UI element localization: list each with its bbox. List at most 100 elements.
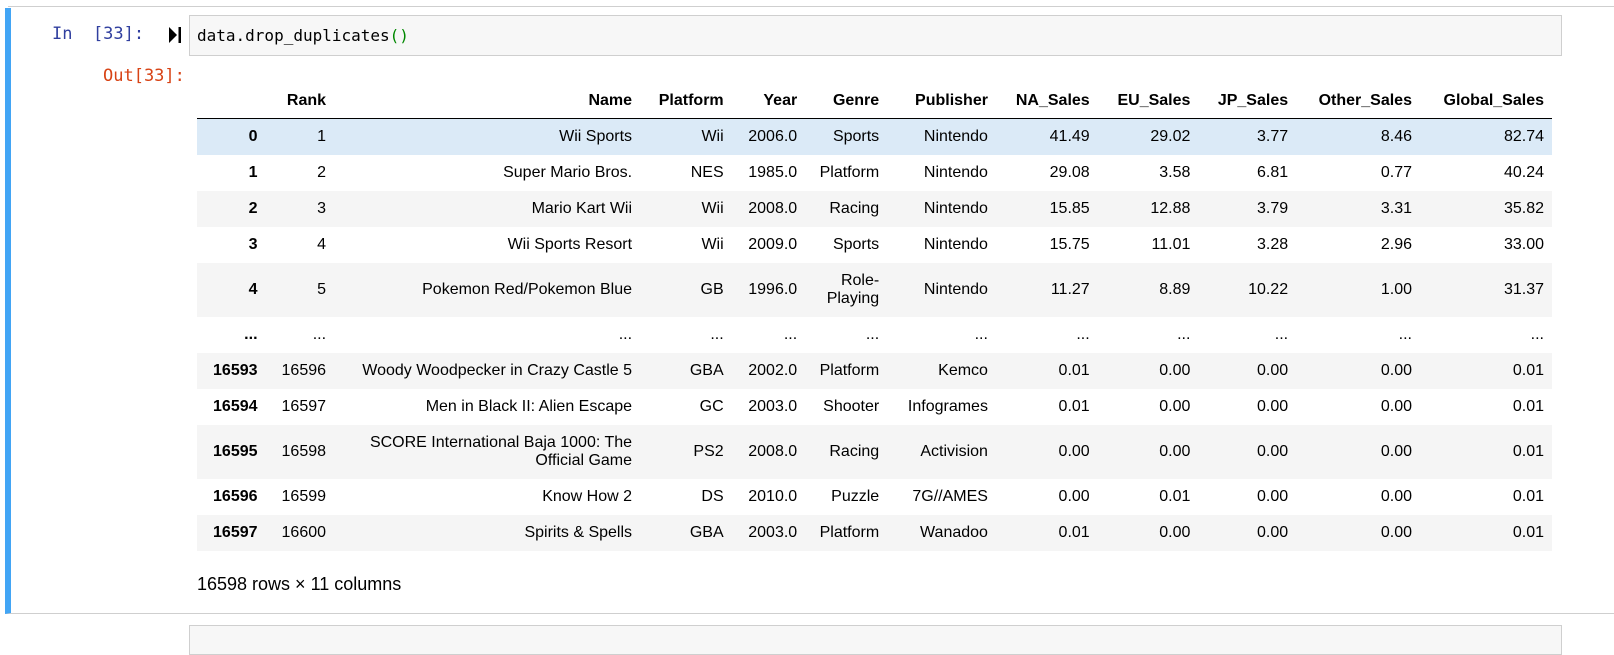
cell-jp-sales: ...: [1274, 325, 1289, 343]
cell-other-sales: 0.00: [1380, 442, 1412, 460]
cell-na-sales: 0.01: [1058, 523, 1090, 541]
cell-rank: 16599: [281, 487, 327, 505]
cell-year: 1996.0: [748, 280, 798, 298]
cell-genre: Racing: [829, 199, 880, 217]
next-cell-editor[interactable]: [189, 625, 1562, 655]
cell-name: ...: [618, 325, 633, 343]
cell-publisher: Nintendo: [923, 127, 988, 145]
cell-jp-sales: 0.00: [1256, 361, 1289, 379]
cell-eu-sales: 0.00: [1159, 397, 1191, 415]
cell-publisher: Wanadoo: [920, 523, 988, 541]
cell-name: Wii Sports Resort: [507, 235, 633, 253]
cell-platform: Wii: [701, 199, 724, 217]
cell-eu-sales: 12.88: [1150, 199, 1191, 217]
cell-year: ...: [783, 325, 798, 343]
cell-genre: Sports: [832, 235, 880, 253]
cell-genre: Platform: [819, 361, 880, 379]
cell-genre: ...: [865, 325, 880, 343]
row-index: 16594: [213, 397, 258, 415]
cell-rank: 2: [317, 163, 327, 181]
col-header-other-sales: Other_Sales: [1296, 84, 1420, 119]
run-cell-icon[interactable]: [168, 26, 182, 44]
cell-global-sales: 40.24: [1503, 163, 1544, 181]
cell-year: 2008.0: [748, 442, 798, 460]
cell-eu-sales: 0.00: [1159, 442, 1191, 460]
code-text: data.drop_duplicates: [197, 26, 390, 45]
cell-other-sales: 0.00: [1380, 397, 1412, 415]
cell-rank: 16596: [281, 361, 327, 379]
cell-year: 2008.0: [748, 199, 798, 217]
table-row: 16596 16599 Know How 2 DS 2010.0 Puzzle …: [197, 478, 1552, 515]
cell-other-sales: 0.00: [1380, 523, 1412, 541]
cell-other-sales: ...: [1398, 325, 1412, 343]
cell-name: Men in Black II: Alien Escape: [425, 397, 633, 415]
cell-rank: 1: [317, 127, 327, 145]
code-parens: (): [389, 26, 409, 45]
col-header-publisher: Publisher: [887, 84, 996, 119]
cell-other-sales: 0.77: [1380, 163, 1412, 181]
cell-jp-sales: 6.81: [1256, 163, 1289, 181]
cell-platform: GB: [700, 280, 724, 298]
cell-jp-sales: 3.77: [1256, 127, 1289, 145]
cell-name: Pokemon Red/Pokemon Blue: [422, 280, 633, 298]
col-header-name: Name: [334, 84, 641, 119]
cell-jp-sales: 0.00: [1256, 523, 1289, 541]
cell-other-sales: 3.31: [1380, 199, 1412, 217]
cell-eu-sales: 3.58: [1159, 163, 1191, 181]
col-header-genre: Genre: [805, 84, 888, 119]
cell-eu-sales: 0.00: [1159, 523, 1191, 541]
cell-year: 2009.0: [748, 235, 798, 253]
cell-eu-sales: 11.01: [1151, 235, 1191, 253]
row-index: ...: [244, 325, 258, 343]
cell-publisher: ...: [974, 325, 988, 343]
col-header-index: [197, 84, 266, 119]
row-index: 16597: [213, 523, 258, 541]
cell-platform: GC: [699, 397, 724, 415]
cell-other-sales: 1.00: [1380, 280, 1412, 298]
cell-jp-sales: 0.00: [1256, 487, 1289, 505]
cell-genre: Shooter: [823, 397, 880, 415]
cell-platform: Wii: [701, 127, 724, 145]
cell-global-sales: 0.01: [1512, 361, 1544, 379]
dataframe-table: Rank Name Platform Year Genre Publisher …: [197, 84, 1552, 551]
code-editor[interactable]: data.drop_duplicates(): [189, 15, 1562, 56]
cell-publisher: Nintendo: [923, 280, 988, 298]
cell-other-sales: 8.46: [1380, 127, 1412, 145]
row-index: 2: [248, 199, 258, 217]
cell-rank: 4: [317, 235, 327, 253]
dataframe-shape: 16598 rows × 11 columns: [197, 574, 402, 594]
cell-na-sales: 15.75: [1049, 235, 1090, 253]
cell-eu-sales: 0.01: [1159, 487, 1191, 505]
table-row: 3 4 Wii Sports Resort Wii 2009.0 Sports …: [197, 226, 1552, 263]
cell-na-sales: 11.27: [1050, 280, 1090, 298]
cell-genre: Platform: [819, 163, 880, 181]
cell-jp-sales: 3.28: [1256, 235, 1289, 253]
cell-year: 2010.0: [748, 487, 798, 505]
row-index: 16595: [213, 442, 258, 460]
cell-eu-sales: 8.89: [1159, 280, 1191, 298]
table-row: 16593 16596 Woody Woodpecker in Crazy Ca…: [197, 352, 1552, 389]
col-header-year: Year: [731, 84, 806, 119]
cell-publisher: 7G//AMES: [912, 487, 988, 505]
col-header-global-sales: Global_Sales: [1419, 84, 1552, 119]
cell-rank: 16597: [281, 397, 327, 415]
cell-name: SCORE International Baja 1000: The Offic…: [369, 433, 633, 469]
table-row: 16595 16598 SCORE International Baja 100…: [197, 424, 1552, 479]
cell-publisher: Activision: [920, 442, 988, 460]
table-row: 0 1 Wii Sports Wii 2006.0 Sports Nintend…: [197, 118, 1552, 155]
cell-publisher: Nintendo: [923, 163, 988, 181]
row-index: 16593: [213, 361, 258, 379]
cell-year: 2002.0: [748, 361, 798, 379]
cell-rank: 16598: [281, 442, 327, 460]
cell-year: 1985.0: [748, 163, 798, 181]
cell-platform: GBA: [689, 361, 724, 379]
cell-global-sales: 0.01: [1512, 523, 1544, 541]
cell-name: Super Mario Bros.: [503, 163, 633, 181]
cell-year: 2006.0: [748, 127, 798, 145]
col-header-platform: Platform: [640, 84, 732, 119]
cell-genre: Puzzle: [831, 487, 880, 505]
cell-na-sales: 0.01: [1058, 397, 1090, 415]
cell-eu-sales: 29.02: [1150, 127, 1191, 145]
row-index: 4: [248, 280, 258, 298]
cell-other-sales: 0.00: [1380, 361, 1412, 379]
